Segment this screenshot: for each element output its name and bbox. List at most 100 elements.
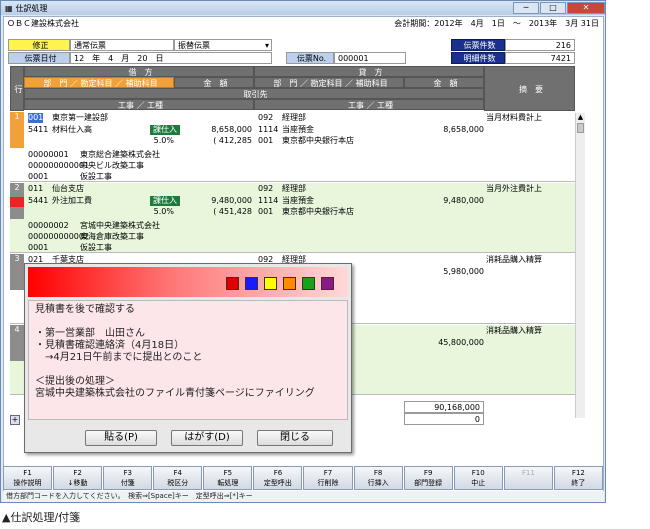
fkey-code: F8 xyxy=(373,469,383,477)
f10-button[interactable]: F10 中止 xyxy=(453,466,503,490)
fkey-code: F10 xyxy=(471,469,485,477)
table-row[interactable]: 1 001 東京第一建設部 5411 材料仕入高 課仕入 8,658,000 5… xyxy=(10,112,575,182)
voucher-count-label: 伝票件数 xyxy=(451,39,505,51)
fkey-code: F1 xyxy=(23,469,32,477)
summary-text: 当月外注費計上 xyxy=(486,184,542,193)
credit-account-code: 1114 xyxy=(258,125,279,134)
sticky-note-dialog: 見積書を後で確認する ・第一営業部 山田さん ・見積書確認連絡済（4月18日） … xyxy=(24,263,352,453)
paste-button[interactable]: 貼る(P) xyxy=(85,430,157,446)
summary-text: 消耗品購入精算 xyxy=(486,326,542,335)
f5-button[interactable]: F5 転処理 xyxy=(203,466,253,490)
debit-account-name: 外注加工費 xyxy=(52,196,92,205)
fkey-label: 転処理 xyxy=(217,479,239,487)
f8-button[interactable]: F8 行挿入 xyxy=(353,466,403,490)
debit-dept-name: 仙台支店 xyxy=(52,184,84,193)
sticky-note-marker[interactable] xyxy=(10,197,24,207)
credit-amount: 5,980,000 xyxy=(443,267,484,276)
chevron-down-icon: ▾ xyxy=(264,41,269,50)
table-row[interactable]: 2 011 仙台支店 5441 外注加工費 課仕入 9,480,000 5.0%… xyxy=(10,183,575,253)
date-label: 伝票日付 xyxy=(8,52,70,64)
debit-account-code: 5411 xyxy=(28,125,49,134)
transfer-type-select[interactable]: 振替伝票 ▾ xyxy=(174,39,272,51)
fkey-code: F5 xyxy=(223,469,233,477)
expand-icon[interactable]: + xyxy=(10,415,20,425)
date-field[interactable]: 12 年 4 月 20 日 xyxy=(70,52,272,64)
note-line xyxy=(35,364,341,376)
credit-dept-name: 経理部 xyxy=(282,113,306,122)
maximize-button[interactable]: □ xyxy=(540,2,566,14)
credit-account-name: 当座預金 xyxy=(282,196,314,205)
debit-dept-code-input[interactable]: 001 xyxy=(28,113,44,123)
f4-button[interactable]: F4 税区分 xyxy=(153,466,203,490)
debit-amount: 8,658,000 xyxy=(211,125,252,134)
row-number: 4 xyxy=(10,325,24,361)
sticky-note-text[interactable]: 見積書を後で確認する ・第一営業部 山田さん ・見積書確認連絡済（4月18日） … xyxy=(28,300,348,420)
f1-button[interactable]: F1 操作説明 xyxy=(3,466,53,490)
title-bar: ▦ 仕訳処理 ─ □ ✕ xyxy=(1,1,605,15)
fkey-code: F7 xyxy=(323,469,333,477)
voucher-type-field[interactable]: 通常伝票 xyxy=(70,39,174,51)
fkey-code: F6 xyxy=(273,469,283,477)
function-key-bar: F1 操作説明 F2 ↓移動 F3 付箋 F4 税区分 F5 転処理 F6 定型呼出 F7 行… xyxy=(3,466,604,490)
credit-dept-header: 部 門 ／ 勘定科目 ／ 補助科目 xyxy=(254,77,404,88)
credit-amount: 9,480,000 xyxy=(443,196,484,205)
fkey-label: 操作説明 xyxy=(13,479,42,487)
app-icon: ▦ xyxy=(5,3,13,13)
f6-button[interactable]: F6 定型呼出 xyxy=(253,466,303,490)
row-number: 1 xyxy=(10,112,24,148)
f7-button[interactable]: F7 行削除 xyxy=(303,466,353,490)
f2-button[interactable]: F2 ↓移動 xyxy=(53,466,103,490)
fkey-label: 行挿入 xyxy=(367,479,389,487)
scroll-thumb[interactable] xyxy=(577,123,584,133)
credit-sub-code: 001 xyxy=(258,207,274,216)
debit-account-code: 5441 xyxy=(28,196,49,205)
fkey-code: F3 xyxy=(123,469,132,477)
project-name: 中央ビル改築工事 xyxy=(80,161,144,170)
debit-total: 90,168,000 xyxy=(404,401,484,413)
project-name: 東海倉庫改築工事 xyxy=(80,232,144,241)
close-note-button[interactable]: 閉じる xyxy=(257,430,333,446)
note-line: ・第一営業部 山田さん xyxy=(35,328,145,339)
color-swatch-purple[interactable] xyxy=(321,277,334,290)
credit-dept-name: 経理部 xyxy=(282,184,306,193)
credit-sub-code: 001 xyxy=(258,136,274,145)
mode-label: 修正 xyxy=(8,39,70,51)
work-type-code: 0001 xyxy=(28,172,49,181)
fkey-label: 終了 xyxy=(571,479,586,487)
f9-button[interactable]: F9 部門登録 xyxy=(403,466,453,490)
voucher-no-field[interactable]: 000001 xyxy=(334,52,406,64)
sticky-note-header[interactable] xyxy=(28,267,348,297)
voucher-count-value: 216 xyxy=(505,39,575,51)
f12-button[interactable]: F12 終了 xyxy=(553,466,603,490)
partner-code: 00000001 xyxy=(28,150,69,159)
color-swatch-yellow[interactable] xyxy=(264,277,277,290)
work-type-name: 仮設工事 xyxy=(80,172,112,181)
vertical-scrollbar[interactable]: ▲ xyxy=(575,113,585,418)
credit-header: 貸 方 xyxy=(254,66,484,77)
tax-rate: 5.0% xyxy=(153,207,174,216)
work-type-code: 0001 xyxy=(28,243,49,252)
debit-dept-code: 011 xyxy=(28,184,44,193)
difference-total: 0 xyxy=(404,413,484,425)
minimize-button[interactable]: ─ xyxy=(513,2,539,14)
color-swatch-red[interactable] xyxy=(226,277,239,290)
partner-header: 取引先 xyxy=(24,88,484,99)
color-swatch-blue[interactable] xyxy=(245,277,258,290)
color-swatch-orange[interactable] xyxy=(283,277,296,290)
credit-amount-header: 金 額 xyxy=(404,77,484,88)
credit-account-name: 当座預金 xyxy=(282,125,314,134)
debit-dept-header: 部 門 ／ 勘定科目 ／ 補助科目 xyxy=(24,77,174,88)
summary-text: 当月材料費計上 xyxy=(486,113,542,122)
peel-button[interactable]: はがす(D) xyxy=(171,430,243,446)
scroll-up-icon[interactable]: ▲ xyxy=(576,113,585,121)
close-window-button[interactable]: ✕ xyxy=(567,2,605,14)
fiscal-period: 会計期間：2012年 4月 1日 ～ 2013年 3月 31日 xyxy=(394,19,599,28)
f3-button[interactable]: F3 付箋 xyxy=(103,466,153,490)
color-swatch-green[interactable] xyxy=(302,277,315,290)
debit-amount: 9,480,000 xyxy=(211,196,252,205)
row-no-header: 行 xyxy=(10,66,24,111)
fkey-label: 行削除 xyxy=(317,479,339,487)
note-line: ＜提出後の処理＞ xyxy=(35,376,115,387)
fkey-label: 付箋 xyxy=(120,479,135,487)
fkey-code: F9 xyxy=(423,469,433,477)
